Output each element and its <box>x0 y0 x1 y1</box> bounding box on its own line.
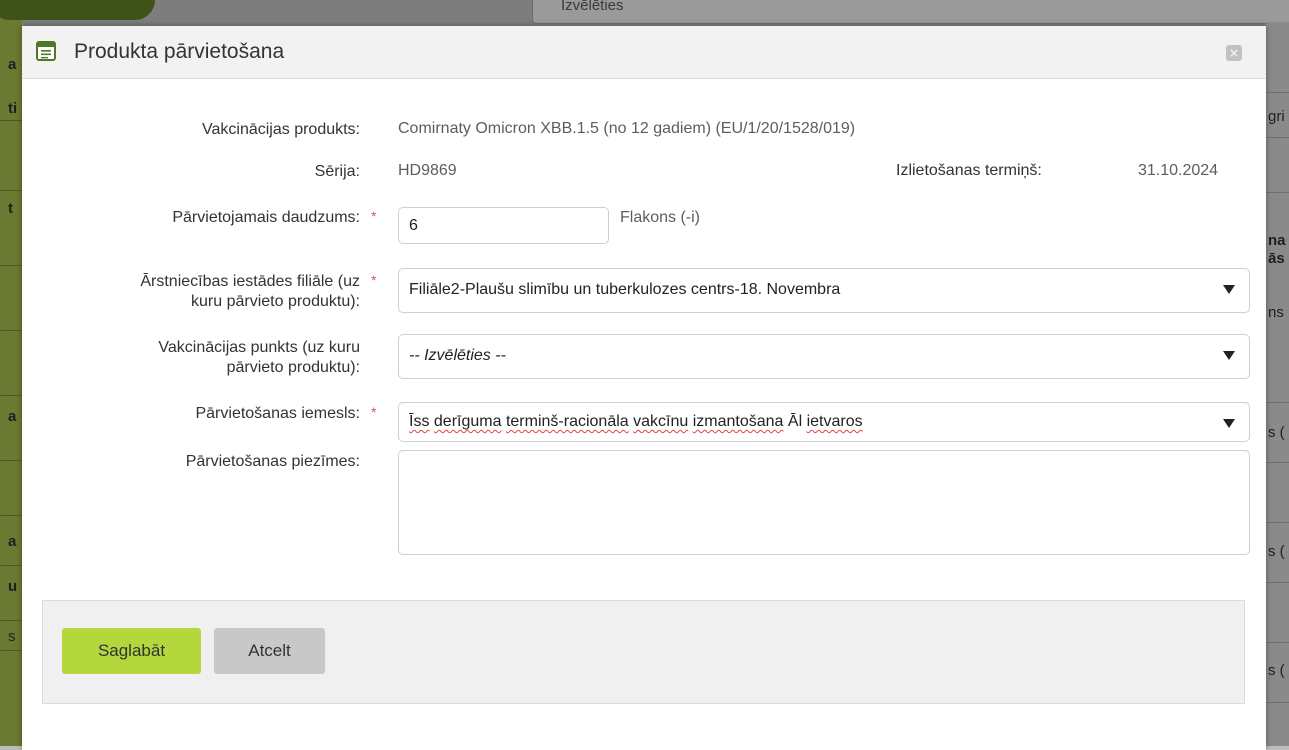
close-icon[interactable]: × <box>1226 45 1242 61</box>
required-marker: * <box>371 208 377 224</box>
chevron-down-icon <box>1223 351 1235 360</box>
save-button[interactable]: Saglabāt <box>62 628 201 674</box>
reason-word: derīguma <box>433 413 502 430</box>
series-value: HD9869 <box>398 162 457 179</box>
background-text: s <box>8 628 16 645</box>
background-text: gri <box>1268 108 1285 125</box>
branch-select-value: Filiāle2-Plaušu slimību un tuberkulozes … <box>409 281 841 298</box>
vaccination-point-label-line1: Vakcinācijas punkts (uz kuru <box>158 339 360 356</box>
quantity-input[interactable]: 6 <box>398 207 609 244</box>
dialog-title: Produkta pārvietošana <box>74 40 285 63</box>
background-text: t <box>8 200 13 217</box>
product-label: Vakcinācijas produkts: <box>202 121 360 138</box>
reason-word: vakcīnu <box>633 413 689 430</box>
move-product-dialog: Produkta pārvietošana × Vakcinācijas pro… <box>22 26 1266 750</box>
background-text: ās <box>1268 250 1285 267</box>
background-text: ti <box>8 100 18 117</box>
required-marker: * <box>371 404 377 420</box>
required-marker: * <box>371 272 377 288</box>
background-select-text: Izvēlēties <box>561 0 624 14</box>
reason-select-value: Īss derīguma terminš-racionāla vakcīnu i… <box>409 413 863 431</box>
reason-word: izmantošana <box>692 413 784 430</box>
branch-label: Ārstniecības iestādes filiāle (uz kuru p… <box>140 272 360 312</box>
reason-word: ietvaros <box>806 413 863 430</box>
reason-word: terminš-racionāla <box>505 413 629 430</box>
chevron-down-icon <box>1223 285 1235 294</box>
background-select: Izvēlēties <box>532 0 1289 24</box>
expiry-value: 31.10.2024 <box>1138 162 1219 179</box>
reason-label: Pārvietošanas iemesls: <box>195 405 360 422</box>
background-text: u <box>8 578 18 595</box>
vaccination-point-select[interactable]: -- Izvēlēties -- <box>398 334 1250 379</box>
vaccination-point-label: Vakcinācijas punkts (uz kuru pārvieto pr… <box>158 338 360 378</box>
background-text: s ( <box>1268 424 1285 441</box>
branch-label-line1: Ārstniecības iestādes filiāle (uz <box>140 273 360 290</box>
reason-select[interactable]: Īss derīguma terminš-racionāla vakcīnu i… <box>398 402 1250 442</box>
cancel-button[interactable]: Atcelt <box>214 628 325 674</box>
form-icon <box>36 41 56 61</box>
vaccination-point-select-value: -- Izvēlēties -- <box>409 347 506 364</box>
quantity-label: Pārvietojamais daudzums: <box>172 209 360 226</box>
chevron-down-icon <box>1223 419 1235 428</box>
notes-label: Pārvietošanas piezīmes: <box>185 453 360 470</box>
branch-label-line2: kuru pārvieto produktu): <box>191 293 360 310</box>
reason-word: Āl <box>787 413 803 430</box>
background-nav-pill <box>0 0 155 20</box>
dialog-footer: Saglabāt Atcelt <box>42 600 1245 704</box>
background-text: a <box>8 533 17 550</box>
background-text: s ( <box>1268 543 1285 560</box>
series-label: Sērija: <box>314 163 360 180</box>
quantity-unit: Flakons (-i) <box>620 209 701 226</box>
quantity-input-value: 6 <box>409 217 418 234</box>
notes-textarea[interactable] <box>398 450 1250 555</box>
background-text: ns <box>1268 304 1284 321</box>
background-text: na <box>1268 232 1286 249</box>
dialog-header: Produkta pārvietošana × <box>22 26 1266 79</box>
background-text: s ( <box>1268 662 1285 679</box>
reason-word: Īss <box>409 413 430 430</box>
vaccination-point-label-line2: pārvieto produktu): <box>226 359 360 376</box>
branch-select[interactable]: Filiāle2-Plaušu slimību un tuberkulozes … <box>398 268 1250 313</box>
expiry-label: Izlietošanas termiņš: <box>896 162 1042 179</box>
background-text: a <box>8 408 17 425</box>
background-right-column <box>1266 22 1289 746</box>
background-text: a <box>8 56 17 73</box>
product-value: Comirnaty Omicron XBB.1.5 (no 12 gadiem)… <box>398 120 856 137</box>
